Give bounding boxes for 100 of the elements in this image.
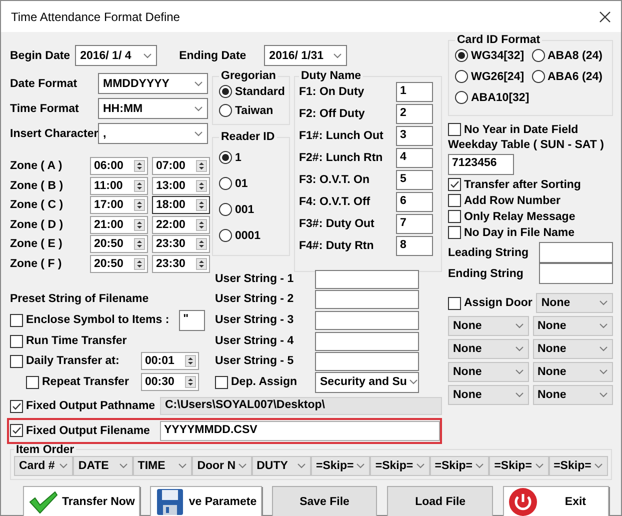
date-picker[interactable]: 2016/ 1/ 4 — [75, 45, 158, 66]
checkbox[interactable] — [26, 376, 39, 389]
checkbox-label: Fixed Output Pathname — [26, 400, 156, 412]
chevron-icon — [356, 462, 366, 469]
checkbox-label: Enclose Symbol to Items : — [26, 314, 170, 326]
input-field[interactable]: 2 — [396, 104, 433, 124]
window-title: Time Attendance Format Define — [11, 10, 180, 24]
radio-button[interactable] — [455, 70, 468, 83]
time-spinner[interactable]: 23:30 — [152, 254, 210, 273]
spin-arrows-icon — [196, 199, 207, 212]
radio-button[interactable] — [219, 151, 232, 164]
radio-button[interactable] — [532, 49, 544, 62]
input-field[interactable] — [315, 310, 419, 330]
dropdown[interactable]: None — [532, 385, 613, 405]
time-spinner[interactable]: 20:50 — [90, 254, 148, 273]
checkbox[interactable] — [10, 314, 23, 327]
checkbox[interactable] — [448, 123, 461, 136]
label: F3#: Duty Out — [299, 218, 376, 230]
input-field[interactable]: 1 — [396, 82, 433, 102]
action-button[interactable]: Save File — [272, 486, 378, 516]
dropdown[interactable]: =Skip= — [311, 456, 370, 476]
input-field[interactable] — [539, 242, 613, 263]
time-spinner[interactable]: 00:30 — [141, 373, 199, 392]
dropdown[interactable]: Card # — [14, 456, 74, 476]
radio-button[interactable] — [455, 49, 468, 62]
input-field[interactable]: 5 — [396, 170, 433, 190]
radio-button[interactable] — [219, 85, 232, 98]
chevron-icon — [416, 462, 425, 469]
radio-button[interactable] — [532, 70, 544, 83]
dropdown[interactable]: None — [532, 316, 613, 336]
chevron-icon — [514, 346, 524, 352]
time-spinner[interactable]: 23:30 — [152, 235, 210, 254]
checkbox[interactable] — [448, 210, 461, 223]
dropdown[interactable]: , — [98, 123, 208, 144]
time-spinner[interactable]: 07:00 — [152, 157, 210, 175]
checkbox[interactable] — [10, 424, 23, 438]
close-icon[interactable] — [599, 10, 611, 22]
checkbox[interactable] — [10, 400, 23, 413]
dropdown[interactable]: None — [448, 385, 528, 405]
time-spinner[interactable]: 17:00 — [90, 196, 148, 214]
time-spinner[interactable]: 06:00 — [90, 157, 148, 175]
checkbox[interactable] — [10, 334, 23, 348]
dropdown[interactable]: MMDDYYYY — [98, 73, 208, 94]
input-field[interactable]: YYYYMMDD.CSV — [160, 420, 440, 441]
action-button[interactable]: Load File — [387, 486, 494, 516]
radio-label: 0001 — [235, 230, 261, 242]
checkbox[interactable] — [448, 226, 461, 239]
radio-button[interactable] — [455, 91, 468, 104]
input-field[interactable]: 7123456 — [448, 154, 514, 175]
power-icon — [508, 487, 538, 516]
dropdown[interactable]: None — [532, 362, 613, 382]
time-spinner[interactable]: 21:00 — [90, 216, 148, 234]
dropdown[interactable]: HH:MM — [98, 98, 208, 119]
dropdown[interactable]: None — [448, 316, 528, 336]
input-field[interactable]: 8 — [396, 236, 433, 256]
checkbox[interactable] — [448, 178, 461, 191]
time-spinner[interactable]: 18:00 — [152, 196, 210, 214]
input-field[interactable] — [539, 263, 613, 284]
dropdown[interactable]: =Skip= — [370, 456, 430, 476]
input-field[interactable] — [315, 352, 419, 371]
action-button[interactable]: Transfer Now — [23, 486, 140, 516]
input-field[interactable] — [315, 270, 419, 289]
input-field[interactable]: " — [179, 310, 206, 331]
dropdown[interactable]: =Skip= — [548, 456, 608, 476]
time-spinner[interactable]: 20:50 — [90, 235, 148, 254]
dropdown[interactable]: DATE — [73, 456, 133, 476]
time-spinner[interactable]: 11:00 — [90, 176, 148, 195]
dropdown[interactable]: None — [536, 293, 613, 313]
input-field[interactable] — [315, 332, 419, 351]
radio-button[interactable] — [219, 177, 232, 190]
radio-button[interactable] — [219, 229, 232, 242]
dropdown[interactable]: =Skip= — [430, 456, 490, 476]
dropdown[interactable]: TIME — [132, 456, 192, 476]
input-field[interactable]: 4 — [396, 148, 433, 168]
action-button[interactable]: ve Paramete — [150, 486, 262, 516]
action-button[interactable]: Exit — [503, 486, 609, 516]
dropdown[interactable]: None — [532, 339, 613, 359]
radio-button[interactable] — [219, 203, 232, 216]
checkbox[interactable] — [448, 194, 461, 207]
dropdown[interactable]: None — [448, 362, 528, 382]
input-field[interactable]: 7 — [396, 214, 433, 234]
path-field: C:\Users\SOYAL007\Desktop\ — [160, 397, 442, 416]
checkbox[interactable] — [10, 354, 23, 368]
time-spinner[interactable]: 00:01 — [141, 352, 199, 370]
checkbox[interactable] — [448, 296, 461, 310]
dropdown[interactable]: Door N — [192, 456, 252, 476]
date-picker[interactable]: 2016/ 1/31 — [264, 45, 348, 66]
dropdown[interactable]: Security and Su — [315, 372, 419, 393]
checkbox[interactable] — [215, 376, 228, 389]
spin-arrows-icon — [185, 355, 196, 368]
time-spinner[interactable]: 22:00 — [152, 216, 210, 234]
radio-button[interactable] — [219, 104, 232, 117]
dropdown[interactable]: None — [448, 339, 528, 359]
input-field[interactable]: 3 — [396, 126, 433, 146]
label: Preset String of Filename — [10, 293, 150, 306]
time-spinner[interactable]: 13:00 — [152, 176, 210, 195]
dropdown[interactable]: DUTY — [252, 456, 311, 476]
input-field[interactable]: 6 — [396, 192, 433, 212]
dropdown[interactable]: =Skip= — [489, 456, 549, 476]
input-field[interactable] — [315, 290, 419, 309]
